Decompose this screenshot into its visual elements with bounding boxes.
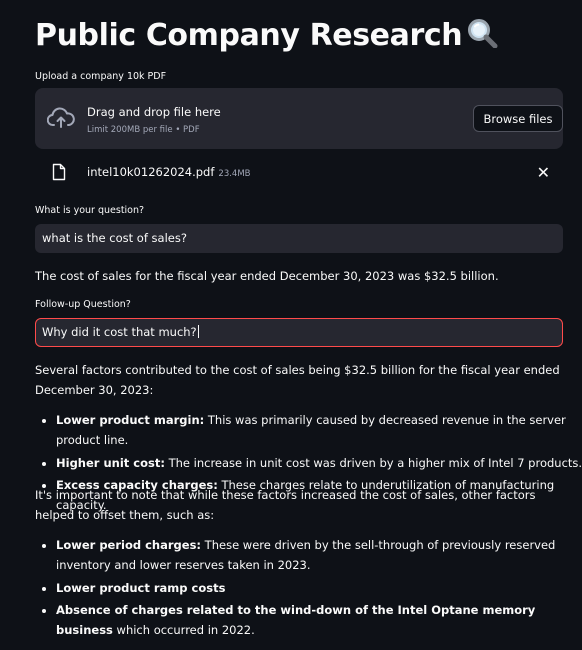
cloud-upload-icon [46,106,75,134]
followup-label: Follow-up Question? [35,299,131,310]
dropzone-instruction: Drag and drop file here [87,105,221,119]
answer-text: The cost of sales for the fiscal year en… [35,269,499,283]
question-input[interactable]: what is the cost of sales? [35,224,563,253]
list-item: Higher unit cost: The increase in unit c… [56,453,582,473]
followup-input-value: Why did it cost that much? [42,325,197,339]
list-item-bold: Lower product ramp costs [56,580,226,595]
page-title: Public Company Research [35,16,500,59]
list-item: Absence of charges related to the wind-d… [56,600,582,640]
uploaded-file-name: intel10k01262024.pdf 23.4MB [87,165,251,179]
browse-files-button[interactable]: Browse files [473,105,563,132]
response-intro: Several factors contributed to the cost … [35,363,560,397]
text-caret [197,325,199,338]
list-item-text: which occurred in 2022. [112,623,255,637]
list-item: Lower period charges: These were driven … [56,535,582,575]
followup-input[interactable]: Why did it cost that much? [35,318,563,347]
list-item-bold: Higher unit cost: [56,455,165,470]
upload-label: Upload a company 10k PDF [35,71,167,82]
question-label: What is your question? [35,205,145,216]
response-note: It's important to note that while these … [35,488,536,522]
remove-file-close-icon[interactable]: ✕ [537,163,550,182]
uploaded-file-row: intel10k01262024.pdf 23.4MB ✕ [35,160,563,184]
list-item-text: The increase in unit cost was driven by … [164,455,582,470]
list-item-bold: Lower product margin: [56,413,205,427]
file-name-text: intel10k01262024.pdf [87,165,215,179]
page-title-text: Public Company Research [35,18,463,53]
file-size: 23.4MB [218,169,251,179]
file-icon [52,163,66,185]
offsets-list: Lower period charges: These were driven … [35,535,582,643]
magnifying-glass-icon [466,18,500,59]
dropzone-limit: Limit 200MB per file • PDF [87,125,200,135]
list-item-bold: Lower period charges: [56,538,202,552]
list-item: Lower product margin: This was primarily… [56,410,582,450]
list-item: Lower product ramp costs [56,578,582,598]
question-input-value: what is the cost of sales? [42,231,187,245]
